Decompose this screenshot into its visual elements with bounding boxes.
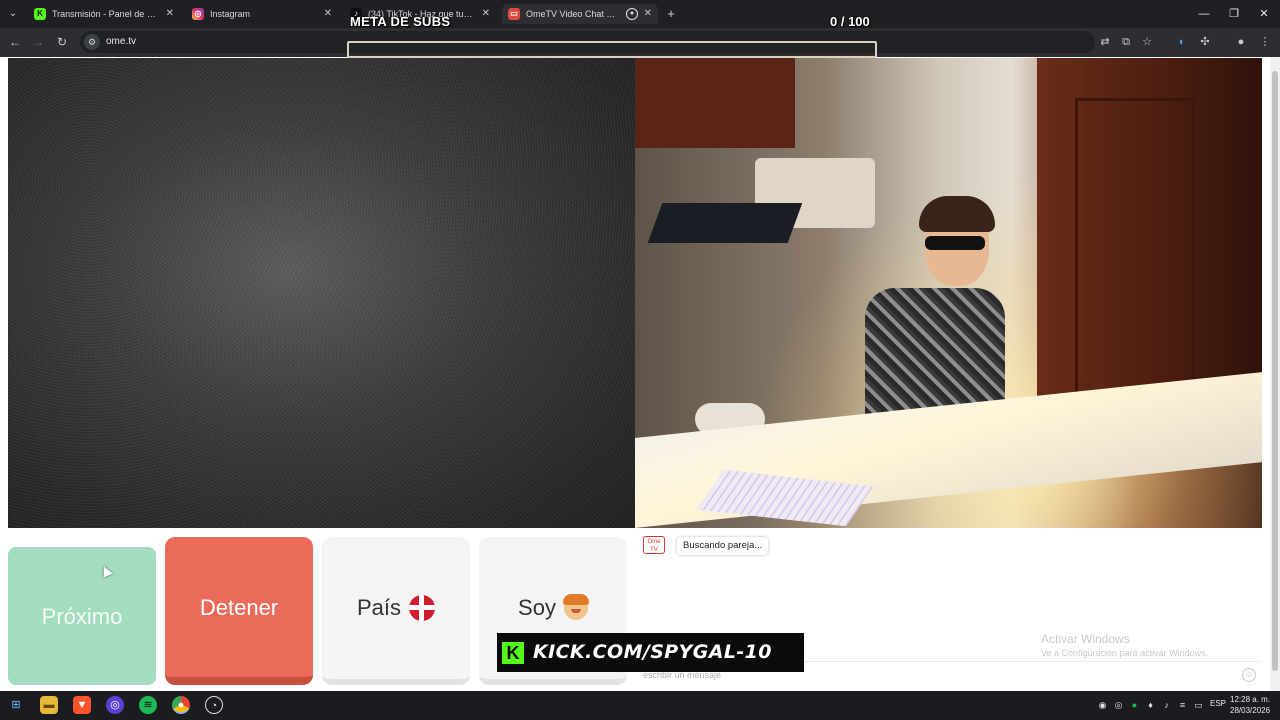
partner-video-static: [8, 58, 635, 528]
microphone-icon[interactable]: ♦: [1145, 700, 1156, 711]
kick-channel-url: KICK.COM/SPYGAL-10: [533, 641, 772, 663]
chat-status-message: Buscando pareja...: [677, 537, 769, 555]
denmark-flag-icon: [409, 595, 436, 622]
page-scrollbar[interactable]: [1270, 57, 1280, 691]
record-app-icon[interactable]: ◔: [205, 696, 223, 714]
file-explorer-icon[interactable]: ▬: [40, 696, 58, 714]
bookmark-star-icon[interactable]: ☆: [1138, 33, 1156, 51]
install-app-icon[interactable]: ⧉: [1117, 33, 1135, 51]
url-text: ome.tv: [106, 36, 137, 47]
brave-browser-icon[interactable]: ▼: [73, 696, 91, 714]
kick-logo-icon: K: [502, 642, 524, 664]
language-indicator[interactable]: ESP: [1210, 699, 1226, 708]
tab-search-button[interactable]: ⌄: [4, 5, 22, 23]
tray-spotify-icon[interactable]: ●: [1129, 700, 1140, 711]
next-button[interactable]: Próximo: [8, 547, 156, 685]
stop-button[interactable]: Detener: [165, 537, 313, 685]
tab-title: Transmisión - Panel de control: [52, 9, 158, 19]
forward-icon[interactable]: →: [29, 33, 47, 51]
close-tab-icon[interactable]: ✕: [324, 4, 332, 24]
country-label: País: [356, 595, 402, 621]
sub-goal-count: 0 / 100: [830, 14, 870, 29]
next-label: Próximo: [41, 604, 123, 630]
clock-date: 28/03/2026: [1230, 706, 1271, 715]
activation-title: Activar Windows: [1041, 632, 1130, 646]
tab-ometv[interactable]: ▭ OmeTV Video Chat — Alte ● ✕: [502, 4, 658, 24]
close-tab-icon[interactable]: ✕: [482, 4, 490, 24]
chrome-icon[interactable]: ●: [172, 696, 190, 714]
tab-instagram[interactable]: ◎ Instagram ✕: [186, 4, 338, 24]
clock-time: 12:28 a. m.: [1230, 695, 1271, 704]
obs-app-icon[interactable]: ◎: [106, 696, 124, 714]
back-icon[interactable]: ←: [6, 33, 24, 51]
start-windows-icon[interactable]: ⊞: [7, 696, 25, 714]
tab-title: OmeTV Video Chat — Alte: [526, 9, 622, 19]
self-camera-video: [635, 58, 1262, 528]
extensions-puzzle-icon[interactable]: ✣: [1196, 33, 1214, 51]
site-info-icon[interactable]: ⚙: [84, 34, 100, 50]
close-tab-icon[interactable]: ✕: [644, 4, 652, 24]
menu-kebab-icon[interactable]: ⋮: [1256, 33, 1274, 51]
static-noise: [8, 58, 635, 528]
instagram-favicon-icon: ◎: [192, 8, 204, 20]
tab-transmision[interactable]: K Transmisión - Panel de control ✕: [28, 4, 180, 24]
tab-title: Instagram: [210, 9, 251, 19]
spotify-icon[interactable]: ≋: [139, 696, 157, 714]
tray-chrome-icon[interactable]: ◎: [1113, 700, 1124, 711]
new-tab-button[interactable]: +: [664, 4, 678, 24]
sub-goal-progress-bar: [347, 41, 877, 58]
volume-icon[interactable]: ♪: [1161, 700, 1172, 711]
ometv-favicon-icon: ▭: [508, 8, 520, 20]
kick-channel-banner: K KICK.COM/SPYGAL-10: [497, 633, 804, 672]
tab-strip: ⌄ K Transmisión - Panel de control ✕ ◎ I…: [0, 0, 1280, 28]
windows-taskbar: ⊞ ▬ ▼ ◎ ≋ ● ◔ ◉ ◎ ● ♦ ♪ ≡ ▭ ESP 12:28 a.…: [0, 691, 1280, 720]
reload-icon[interactable]: ↻: [53, 33, 71, 51]
stop-label: Detener: [199, 595, 279, 621]
activation-subtitle: Ve a Configuración para activar Windows.: [1041, 648, 1209, 658]
boy-emoji-icon: [562, 594, 589, 621]
scrollbar-thumb[interactable]: [1272, 71, 1278, 671]
scene-door-panel: [1075, 98, 1195, 398]
scene-sunglasses: [925, 236, 985, 250]
system-clock[interactable]: 12:28 a. m. 28/03/2026: [1230, 694, 1270, 716]
profile-avatar-icon[interactable]: ●: [1232, 33, 1250, 51]
close-tab-icon[interactable]: ✕: [166, 4, 174, 24]
display-icon[interactable]: ▭: [1193, 700, 1204, 711]
tab-recording-icon[interactable]: ●: [626, 8, 638, 20]
extension-icon[interactable]: ◖: [1172, 33, 1190, 51]
restore-icon[interactable]: ❐: [1219, 4, 1249, 24]
translate-icon[interactable]: ⇄: [1096, 33, 1114, 51]
emoji-icon[interactable]: ☺: [1242, 668, 1256, 682]
minimize-icon[interactable]: —: [1189, 4, 1219, 24]
windows-activation-watermark: Activar Windows Ve a Configuración para …: [1041, 632, 1208, 658]
scene-person-hair: [919, 196, 995, 232]
gender-label: Soy: [518, 595, 556, 621]
tray-app-icon[interactable]: ◉: [1097, 700, 1108, 711]
sub-goal-title: META DE SUBS: [350, 14, 451, 29]
network-icon[interactable]: ≡: [1177, 700, 1188, 711]
scene-window-shutter: [635, 58, 795, 148]
scene-side-table: [647, 203, 803, 243]
country-selector-button[interactable]: País: [322, 537, 470, 685]
kick-favicon-icon: K: [34, 8, 46, 20]
close-window-icon[interactable]: ✕: [1249, 4, 1279, 24]
ometv-logo-icon: Ome TV: [643, 536, 665, 554]
ometv-page: Próximo Detener País Soy Ome TV Buscando…: [0, 57, 1280, 691]
